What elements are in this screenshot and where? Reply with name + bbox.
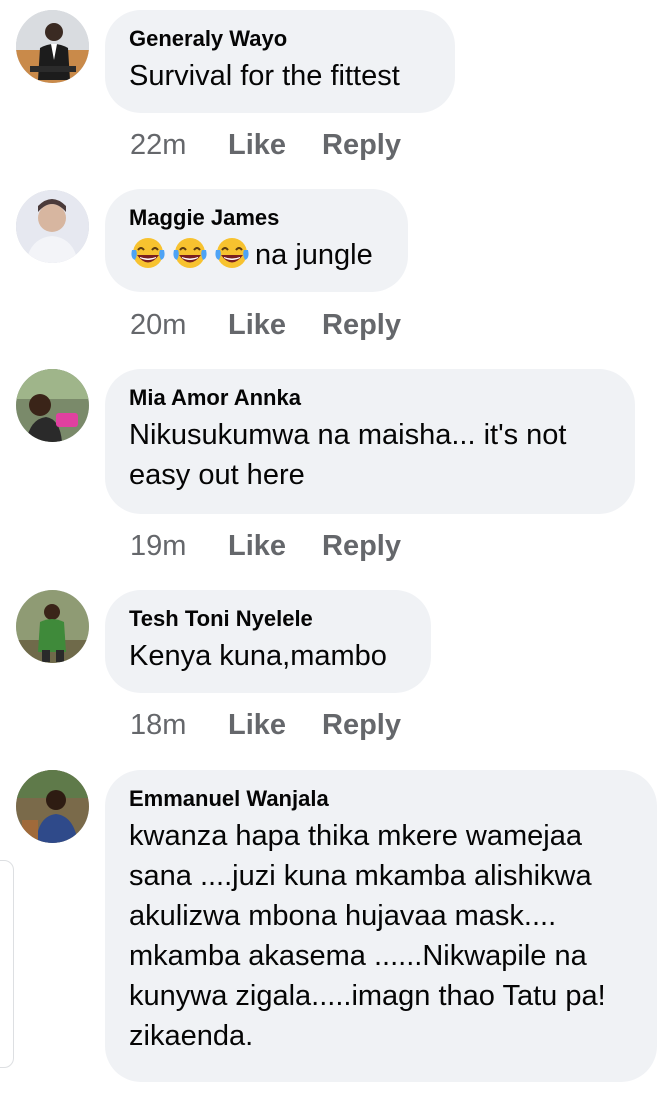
avatar[interactable] bbox=[16, 369, 89, 442]
reply-button[interactable]: Reply bbox=[322, 708, 401, 742]
avatar[interactable] bbox=[16, 770, 89, 843]
avatar-person-green-icon bbox=[16, 590, 89, 663]
reply-button[interactable]: Reply bbox=[322, 128, 401, 162]
avatar-person-blue-icon bbox=[16, 770, 89, 843]
comment-author[interactable]: Tesh Toni Nyelele bbox=[129, 606, 407, 632]
comment-meta: 19m Like Reply bbox=[130, 529, 401, 563]
laughing-crying-emoji-icon bbox=[129, 236, 167, 270]
comment-timestamp: 22m bbox=[130, 129, 187, 161]
comment-text: Nikusukumwa na maisha... it's not easy o… bbox=[129, 419, 567, 491]
comment-author[interactable]: Generaly Wayo bbox=[129, 26, 431, 52]
avatar[interactable] bbox=[16, 190, 89, 263]
comment-bubble: Mia Amor Annka Nikusukumwa na maisha... … bbox=[105, 369, 635, 514]
comment-meta: 20m Like Reply bbox=[130, 308, 401, 342]
comment-text: Kenya kuna,mambo bbox=[129, 640, 387, 672]
comment-bubble: Generaly Wayo Survival for the fittest bbox=[105, 10, 455, 113]
like-button[interactable]: Like bbox=[228, 708, 322, 742]
comment-timestamp: 20m bbox=[130, 309, 187, 341]
like-button[interactable]: Like bbox=[228, 529, 322, 563]
like-button[interactable]: Like bbox=[228, 128, 322, 162]
comment-author[interactable]: Mia Amor Annka bbox=[129, 385, 611, 411]
comment-meta: 18m Like Reply bbox=[130, 708, 401, 742]
reply-button[interactable]: Reply bbox=[322, 308, 401, 342]
avatar[interactable] bbox=[16, 10, 89, 83]
comment-bubble: Emmanuel Wanjala kwanza hapa thika mkere… bbox=[105, 770, 657, 1082]
laughing-crying-emoji-icon bbox=[213, 236, 251, 270]
avatar-person-light-icon bbox=[16, 190, 89, 263]
comment-text: na jungle bbox=[129, 235, 384, 275]
avatar[interactable] bbox=[16, 590, 89, 663]
side-panel-edge bbox=[0, 860, 14, 1068]
avatar-person-outdoor-icon bbox=[16, 369, 89, 442]
avatar-man-suit-icon bbox=[16, 10, 89, 83]
like-button[interactable]: Like bbox=[228, 308, 322, 342]
comment-bubble: Maggie James na jungle bbox=[105, 189, 408, 292]
comment-text-content: na jungle bbox=[255, 239, 373, 271]
comment-timestamp: 18m bbox=[130, 709, 187, 741]
comment-bubble: Tesh Toni Nyelele Kenya kuna,mambo bbox=[105, 590, 431, 693]
comment-text: Survival for the fittest bbox=[129, 60, 400, 92]
reply-button[interactable]: Reply bbox=[322, 529, 401, 563]
laughing-crying-emoji-icon bbox=[171, 236, 209, 270]
comment-text: kwanza hapa thika mkere wamejaa sana ...… bbox=[129, 820, 606, 1052]
comment-author[interactable]: Maggie James bbox=[129, 205, 384, 231]
comment-meta: 22m Like Reply bbox=[130, 128, 401, 162]
comment-author[interactable]: Emmanuel Wanjala bbox=[129, 786, 633, 812]
comment-timestamp: 19m bbox=[130, 530, 187, 562]
